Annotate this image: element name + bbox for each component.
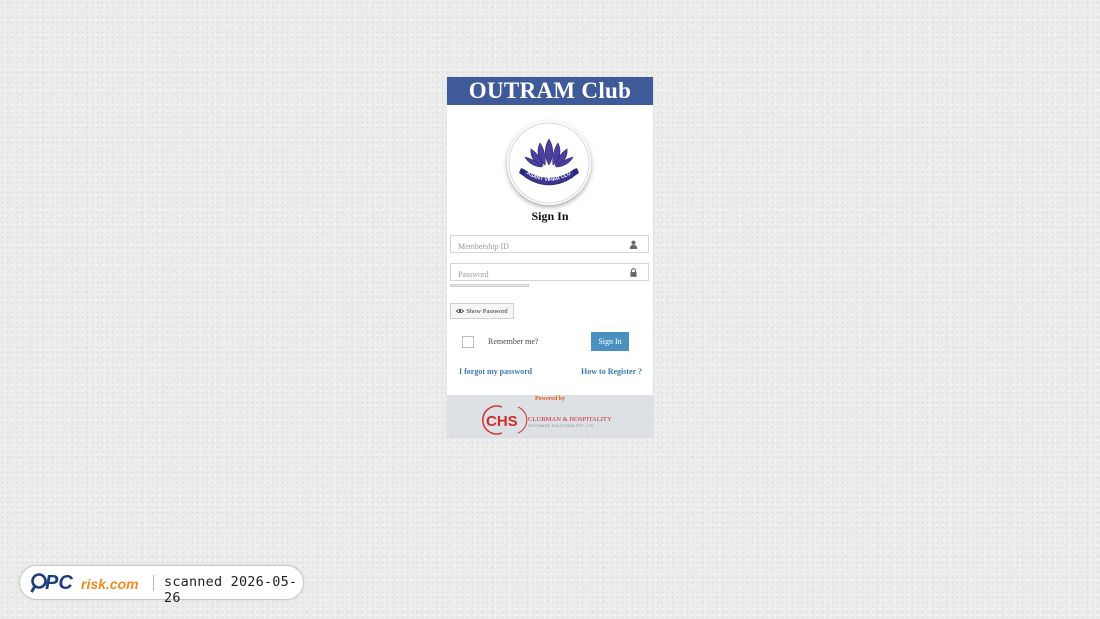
password-strength-bar bbox=[450, 284, 529, 287]
club-title: OUTRAM Club bbox=[447, 77, 653, 105]
how-to-register-link[interactable]: How to Register ? bbox=[581, 367, 642, 376]
powered-by-label: Powered by bbox=[534, 396, 566, 402]
club-logo: VASANT VIHAR CLUB bbox=[507, 121, 591, 205]
password-field bbox=[450, 263, 649, 283]
sign-in-heading: Sign In bbox=[531, 209, 569, 223]
sign-in-button[interactable]: Sign In bbox=[591, 332, 629, 351]
remember-me-label: Remember me? bbox=[488, 337, 539, 346]
password-input[interactable] bbox=[451, 266, 628, 283]
membership-field bbox=[450, 235, 649, 255]
login-card: OUTRAM Club VASANT VIHAR CLUB Si bbox=[447, 77, 653, 437]
chs-logo-text: CHS bbox=[486, 413, 518, 430]
chs-vendor-logo: CHS CLUBMAN & HOSPITALITY SOFTWARE SOLUT… bbox=[482, 405, 612, 435]
remember-me-checkbox[interactable] bbox=[462, 336, 474, 348]
lotus-club-emblem-icon: VASANT VIHAR CLUB bbox=[507, 121, 590, 204]
user-icon bbox=[629, 240, 638, 249]
forgot-password-link[interactable]: I forgot my password bbox=[459, 367, 532, 376]
eye-icon bbox=[456, 308, 465, 314]
membership-id-input[interactable] bbox=[451, 238, 628, 255]
scan-date-text: scanned 2026-05-26 bbox=[164, 574, 298, 606]
vendor-subtitle: SOFTWARE SOLUTIONS PVT. LTD. bbox=[528, 424, 595, 428]
pcrisk-logo: PC risk.com bbox=[30, 572, 139, 594]
svg-text:risk.com: risk.com bbox=[81, 576, 139, 592]
scan-watermark-badge: PC risk.com scanned 2026-05-26 bbox=[19, 565, 304, 606]
badge-separator bbox=[153, 575, 154, 591]
powered-by-footer: Powered by CHS CLUBMAN & HOSPITALITY SOF… bbox=[447, 395, 653, 437]
vendor-name: CLUBMAN & HOSPITALITY bbox=[528, 416, 612, 423]
svg-text:PC: PC bbox=[45, 572, 73, 594]
show-password-button[interactable]: Show Password bbox=[450, 303, 514, 319]
show-password-label: Show Password bbox=[466, 307, 508, 315]
lock-icon bbox=[630, 268, 637, 277]
